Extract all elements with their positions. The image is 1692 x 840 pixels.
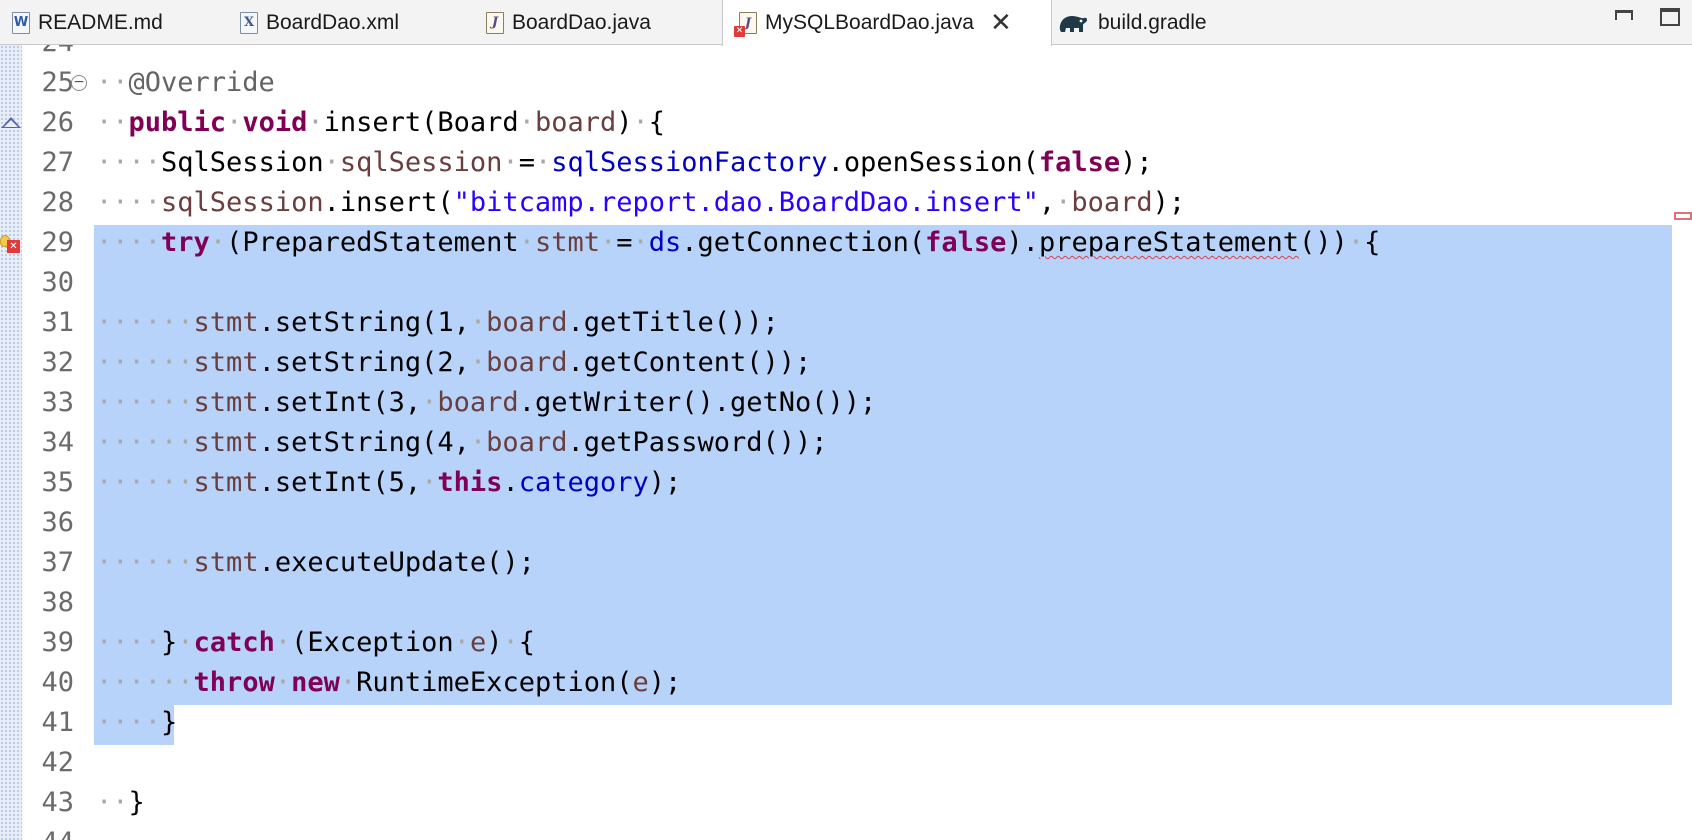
- tab-label: README.md: [38, 10, 163, 34]
- code-line: 27 ····SqlSession·sqlSession·=·sqlSessio…: [0, 143, 1692, 183]
- code-text: ··}: [96, 787, 145, 818]
- code-line: ✕ 29 ····try·(PreparedStatement·stmt·=·d…: [0, 223, 1692, 263]
- code-line: 40 ······throw·new·RuntimeException(e);: [0, 663, 1692, 703]
- tab-mysqlboarddao-java[interactable]: J ✕ MySQLBoardDao.java ✕: [722, 0, 1052, 46]
- word-doc-icon: W: [12, 11, 30, 34]
- minimize-icon[interactable]: [1615, 10, 1633, 20]
- line-number: 26: [41, 107, 74, 138]
- line-number: 43: [41, 787, 74, 818]
- java-file-error-icon: J ✕: [734, 12, 757, 37]
- code-line: 38: [0, 583, 1692, 623]
- line-number: 34: [41, 427, 74, 458]
- line-number: 37: [41, 547, 74, 578]
- code-text: ····try·(PreparedStatement·stmt·=·ds.get…: [96, 227, 1381, 258]
- tab-label: MySQLBoardDao.java: [765, 11, 974, 34]
- gradle-elephant-icon: [1059, 15, 1088, 32]
- tab-label: build.gradle: [1098, 10, 1207, 34]
- maximize-icon[interactable]: [1660, 8, 1680, 26]
- line-number: 36: [41, 507, 74, 538]
- code-text: ····}: [96, 707, 178, 738]
- line-number: 28: [41, 187, 74, 218]
- line-number: 40: [41, 667, 74, 698]
- code-editor[interactable]: 24 25 − ··@Override 26 ··public·void·ins…: [0, 45, 1692, 840]
- editor-tab-bar: W README.md X BoardDao.xml J BoardDao.ja…: [0, 0, 1692, 46]
- code-text: ····SqlSession·sqlSession·=·sqlSessionFa…: [96, 147, 1153, 178]
- code-line: 37 ······stmt.executeUpdate();: [0, 543, 1692, 583]
- code-text: ··@Override: [96, 67, 275, 98]
- tab-label: BoardDao.xml: [266, 10, 400, 34]
- code-line: 34 ······stmt.setString(4,·board.getPass…: [0, 423, 1692, 463]
- code-line: 32 ······stmt.setString(2,·board.getCont…: [0, 343, 1692, 383]
- line-number: 24: [24, 45, 74, 63]
- code-text: ······stmt.executeUpdate();: [96, 547, 535, 578]
- code-text: ······throw·new·RuntimeException(e);: [96, 667, 682, 698]
- code-line: 39 ····}·catch·(Exception·e)·{: [0, 623, 1692, 663]
- line-number: 42: [41, 747, 74, 778]
- code-line: 28 ····sqlSession.insert("bitcamp.report…: [0, 183, 1692, 223]
- code-line: 36: [0, 503, 1692, 543]
- code-line: 24: [0, 45, 1692, 63]
- code-text: ······stmt.setString(1,·board.getTitle()…: [96, 307, 779, 338]
- line-number: 35: [41, 467, 74, 498]
- code-line: 41 ····}: [0, 703, 1692, 743]
- line-number: 27: [41, 147, 74, 178]
- line-number: 29: [41, 227, 74, 258]
- tab-build-gradle[interactable]: build.gradle: [1056, 0, 1276, 45]
- code-text: ······stmt.setString(4,·board.getPasswor…: [96, 427, 828, 458]
- close-icon[interactable]: ✕: [990, 10, 1012, 36]
- code-line: 33 ······stmt.setInt(3,·board.getWriter(…: [0, 383, 1692, 423]
- line-number: 32: [41, 347, 74, 378]
- error-overlay-icon: ✕: [734, 26, 745, 37]
- code-line: 25 − ··@Override: [0, 63, 1692, 103]
- code-text: ······stmt.setInt(5,·this.category);: [96, 467, 682, 498]
- code-line: 31 ······stmt.setString(1,·board.getTitl…: [0, 303, 1692, 343]
- code-line: 30: [0, 263, 1692, 303]
- code-text: ····sqlSession.insert("bitcamp.report.da…: [96, 187, 1186, 218]
- line-number: 30: [41, 267, 74, 298]
- code-line: 42: [0, 743, 1692, 783]
- code-line: 26 ··public·void·insert(Board·board)·{: [0, 103, 1692, 143]
- line-number: 25: [41, 67, 74, 98]
- tab-boarddao-xml[interactable]: X BoardDao.xml: [240, 0, 470, 45]
- tab-readme[interactable]: W README.md: [12, 0, 232, 45]
- error-quickfix-icon[interactable]: ✕: [0, 235, 20, 253]
- override-marker-icon[interactable]: [1, 117, 21, 128]
- code-text: ··public·void·insert(Board·board)·{: [96, 107, 666, 138]
- code-line: 43 ··}: [0, 783, 1692, 823]
- code-text: ····}·catch·(Exception·e)·{: [96, 627, 535, 658]
- collapse-icon[interactable]: −: [71, 75, 87, 91]
- error-overview-marker[interactable]: [1674, 212, 1692, 220]
- tab-label: BoardDao.java: [512, 10, 651, 34]
- line-number: 44: [24, 823, 74, 840]
- line-number: 38: [41, 587, 74, 618]
- line-number: 39: [41, 627, 74, 658]
- code-text: ······stmt.setString(2,·board.getContent…: [96, 347, 812, 378]
- line-number: 41: [41, 707, 74, 738]
- code-text: ······stmt.setInt(3,·board.getWriter().g…: [96, 387, 877, 418]
- line-number: 33: [41, 387, 74, 418]
- code-line: 44: [0, 823, 1692, 840]
- line-number: 31: [41, 307, 74, 338]
- xml-file-icon: X: [240, 11, 258, 34]
- tab-boarddao-java[interactable]: J BoardDao.java: [486, 0, 716, 45]
- java-file-icon: J: [486, 11, 504, 34]
- code-line: 35 ······stmt.setInt(5,·this.category);: [0, 463, 1692, 503]
